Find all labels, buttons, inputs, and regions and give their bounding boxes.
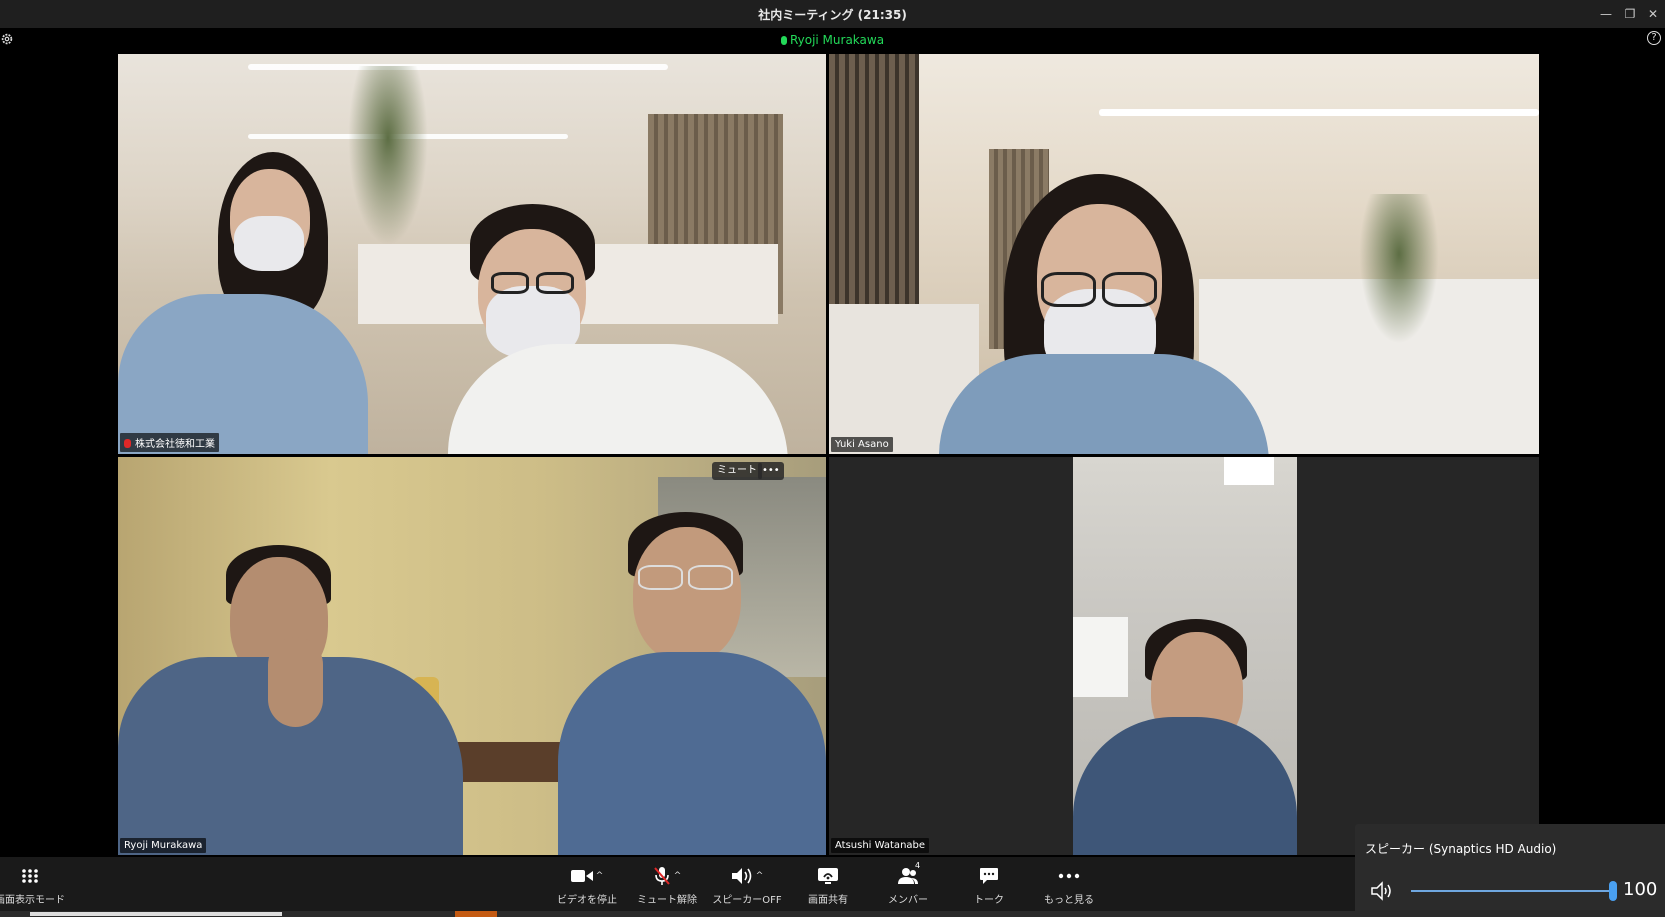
grid-icon <box>22 869 38 883</box>
volume-flyout: スピーカー (Synaptics HD Audio) 100 <box>1355 824 1665 915</box>
more-button[interactable]: もっと見る <box>1027 865 1111 906</box>
video-tile-tokuwa[interactable]: 株式会社徳和工業 <box>118 54 826 454</box>
participant-name-tag: Atsushi Watanabe <box>831 838 930 853</box>
share-screen-icon <box>818 868 838 884</box>
participant-name-tag: 株式会社徳和工業 <box>120 433 219 452</box>
stop-video-button[interactable]: ^ ビデオを停止 <box>545 865 629 906</box>
restore-button[interactable]: ❐ <box>1620 4 1640 24</box>
volume-icon[interactable] <box>1371 881 1393 901</box>
participant-name: 株式会社徳和工業 <box>135 439 215 450</box>
participant-name: Ryoji Murakawa <box>124 840 203 851</box>
window-title-bar: 社内ミーティング (21:35) — ❐ ✕ <box>0 0 1665 28</box>
active-speaker-indicator: Ryoji Murakawa <box>0 33 1665 47</box>
more-icon <box>1058 873 1080 879</box>
chat-icon <box>980 868 998 884</box>
speaker-icon <box>731 868 752 884</box>
unmute-label: ミュート解除 <box>637 895 697 906</box>
chevron-up-icon[interactable]: ^ <box>756 871 764 881</box>
taskbar-segment <box>455 911 497 917</box>
participant-man-denim <box>1073 457 1297 855</box>
unmute-button[interactable]: ^ ミュート解除 <box>625 865 709 906</box>
active-speaker-name: Ryoji Murakawa <box>789 33 885 47</box>
members-label: メンバー <box>888 895 928 906</box>
participant-woman-glasses <box>829 54 1539 454</box>
volume-slider-track[interactable] <box>1411 890 1611 892</box>
view-mode-label: 画面表示モード <box>0 895 65 906</box>
video-tile-atsushi-watanabe[interactable]: Atsushi Watanabe <box>829 457 1539 855</box>
mic-icon <box>780 36 787 45</box>
close-button[interactable]: ✕ <box>1643 4 1663 24</box>
members-count-badge: 4 <box>915 861 921 870</box>
participant-name-tag: Yuki Asano <box>831 437 893 452</box>
chevron-up-icon[interactable]: ^ <box>674 871 682 881</box>
participant-name-tag: Ryoji Murakawa <box>120 838 207 853</box>
audio-device-name: スピーカー (Synaptics HD Audio) <box>1365 842 1557 856</box>
more-label: もっと見る <box>1044 895 1094 906</box>
chevron-up-icon[interactable]: ^ <box>596 871 604 881</box>
help-icon[interactable]: ? <box>1647 31 1661 45</box>
minimize-button[interactable]: — <box>1596 4 1616 24</box>
stop-video-label: ビデオを停止 <box>557 895 617 906</box>
mic-off-icon <box>653 867 670 885</box>
participant-name: Yuki Asano <box>835 439 889 450</box>
view-mode-button[interactable]: 画面表示モード <box>0 865 72 906</box>
taskbar-segment <box>30 912 282 916</box>
camera-icon <box>570 870 593 882</box>
tile-mute-button[interactable]: ミュート <box>712 462 762 480</box>
video-tile-ryoji-murakawa[interactable]: ミュート ••• Ryoji Murakawa <box>118 457 826 855</box>
share-screen-label: 画面共有 <box>808 895 848 906</box>
speaker-off-label: スピーカーOFF <box>712 895 782 906</box>
volume-value: 100 <box>1623 879 1658 900</box>
video-tile-yuki-asano[interactable]: Yuki Asano <box>829 54 1539 454</box>
share-screen-button[interactable]: 画面共有 <box>786 865 870 906</box>
chat-button[interactable]: トーク <box>947 865 1031 906</box>
mic-muted-icon <box>124 439 131 448</box>
chat-label: トーク <box>974 895 1004 906</box>
participant-name: Atsushi Watanabe <box>835 840 926 851</box>
volume-slider-thumb[interactable] <box>1609 881 1617 901</box>
window-title: 社内ミーティング (21:35) <box>758 8 907 22</box>
speaker-off-button[interactable]: ^ スピーカーOFF <box>705 865 789 906</box>
members-button[interactable]: 4 メンバー <box>866 861 950 906</box>
participant-man-right <box>118 457 826 855</box>
tile-more-button[interactable]: ••• <box>758 462 784 480</box>
meeting-top-bar: Ryoji Murakawa ? <box>0 28 1665 54</box>
participant-man-glasses <box>118 54 818 454</box>
